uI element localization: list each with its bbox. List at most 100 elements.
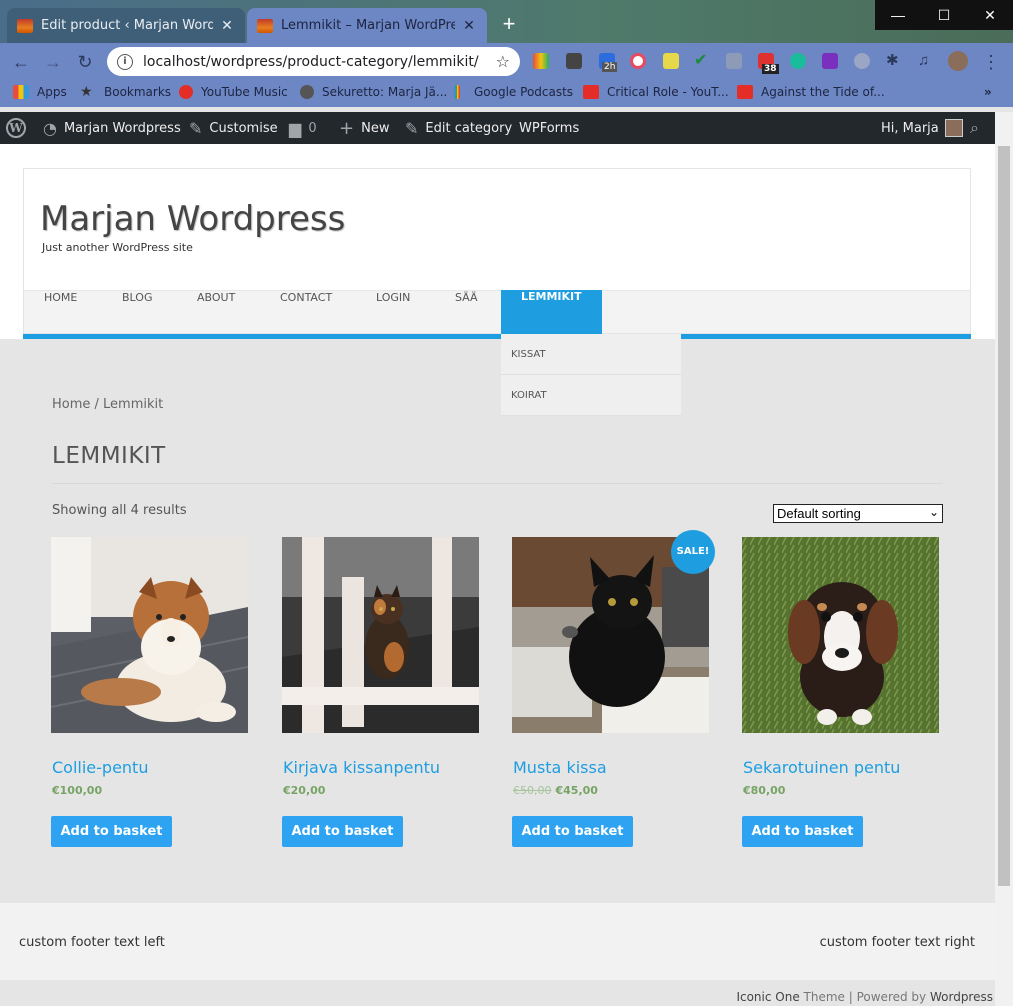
search-icon[interactable]: ⌕ [970,112,979,144]
menu-item-login[interactable]: LOGIN [376,291,410,334]
submenu-item-koirat[interactable]: KOIRAT [501,375,681,416]
main-navigation: HOME BLOG ABOUT CONTACT LOGIN SÄÄ LEMMIK… [23,290,971,334]
admin-wpforms[interactable]: WPForms [519,112,579,144]
bookmark-google-podcasts[interactable]: Google Podcasts [454,85,573,99]
menu-item-lemmikit[interactable]: LEMMIKIT [501,290,602,334]
menu-item-home[interactable]: HOME [44,291,77,334]
maximize-button[interactable]: ☐ [921,0,967,30]
breadcrumb[interactable]: Home / Lemmikit [52,397,163,412]
extension-icon[interactable] [533,53,549,69]
product-price: €80,00 [743,784,785,797]
bookmark-label: Against the Tide of... [761,85,885,99]
forward-icon[interactable]: → [42,51,64,73]
product-image-kirjava-kissanpentu[interactable] [282,537,479,733]
product-name[interactable]: Collie-pentu [52,758,148,777]
bookmark-critical-role[interactable]: Critical Role - YouT... [583,85,729,99]
wp-admin-bar: W ◔ Marjan Wordpress ✎ Customise ▆ 0 + N… [0,112,995,144]
check-extension-icon[interactable]: ✔ [694,53,710,69]
price-current: €20,00 [283,784,326,797]
theme-link[interactable]: Iconic One [736,990,799,1004]
product-name[interactable]: Musta kissa [513,758,607,777]
menu-item-about[interactable]: ABOUT [197,291,235,334]
media-control-icon[interactable]: ♫ [918,53,934,69]
extension-icon[interactable] [630,53,646,69]
admin-edit-category[interactable]: ✎ Edit category [405,112,512,144]
new-tab-button[interactable]: + [498,13,520,35]
add-to-basket-button[interactable]: Add to basket [282,816,403,847]
scrollbar-thumb[interactable] [998,146,1010,886]
globe-icon [300,85,314,99]
site-favicon-icon [17,18,33,33]
youtube-icon [583,85,599,99]
extension-icon[interactable] [663,53,679,69]
admin-account[interactable]: Hi, Marja [881,112,963,144]
wordpress-logo-icon[interactable]: W [6,112,26,144]
menu-item-saa[interactable]: SÄÄ [455,291,478,334]
bookmark-bookmarks[interactable]: ★ Bookmarks [80,85,171,99]
wordpress-link[interactable]: Wordpress [930,990,993,1004]
onenote-extension-icon[interactable] [822,53,838,69]
youtube-icon [737,85,753,99]
product-price: €50,00 €45,00 [513,784,598,797]
add-to-basket-button[interactable]: Add to basket [51,816,172,847]
sorting-select[interactable]: Default sorting ⌄ [773,504,943,523]
admin-customise[interactable]: ✎ Customise [189,112,278,144]
add-to-basket-button[interactable]: Add to basket [742,816,863,847]
back-icon[interactable]: ← [10,51,32,73]
bookmark-youtube-music[interactable]: YouTube Music [179,85,288,99]
address-bar[interactable]: i localhost/wordpress/product-category/l… [107,47,520,76]
admin-customise-label: Customise [209,120,278,136]
avatar [944,119,963,137]
youtube-music-icon [179,85,193,99]
extension-icon[interactable] [854,53,870,69]
bookmark-against-the-tide[interactable]: Against the Tide of... [737,85,885,99]
close-tab-icon[interactable]: ✕ [219,18,235,34]
profile-avatar[interactable] [948,51,968,71]
bookmark-label: Apps [37,85,67,99]
product-name[interactable]: Kirjava kissanpentu [283,758,440,777]
browser-menu-icon[interactable]: ⋮ [980,51,1002,73]
bookmark-label: Critical Role - YouT... [607,85,729,99]
site-info-icon[interactable]: i [117,53,133,70]
minimize-button[interactable]: — [875,0,921,30]
bookmark-star-icon[interactable]: ☆ [496,52,510,71]
product-price: €20,00 [283,784,325,797]
comment-icon: ▆ [289,118,302,138]
bookmark-label: Bookmarks [104,85,172,99]
product-image-sekarotuinen-pentu[interactable] [742,537,939,733]
browser-tab-strip: Edit product ‹ Marjan Wordpress ✕ Lemmik… [0,0,1013,43]
bookmark-sekuretto[interactable]: Sekuretto: Marja Jä... [300,85,447,99]
extension-icon[interactable] [566,53,582,69]
extension-icon[interactable] [726,53,742,69]
admin-new[interactable]: + New [339,112,389,144]
dashboard-icon: ◔ [43,118,57,138]
product-image-collie[interactable] [51,537,248,733]
result-count: Showing all 4 results [52,503,187,518]
bookmark-apps[interactable]: Apps [13,85,67,99]
submenu-item-kissat[interactable]: KISSAT [501,334,681,375]
tab-edit-product[interactable]: Edit product ‹ Marjan Wordpress ✕ [7,8,245,43]
add-to-basket-button[interactable]: Add to basket [512,816,633,847]
credits-text: Theme | Powered by [799,990,930,1004]
more-bookmarks-button[interactable]: » [984,85,992,99]
todo-badge: 38 [762,64,779,74]
product-name[interactable]: Sekarotuinen pentu [743,758,900,777]
product-card: Collie-pentu €100,00 Add to basket [51,537,248,847]
menu-item-blog[interactable]: BLOG [122,291,152,334]
footer-text-right: custom footer text right [819,935,975,950]
extension-icon[interactable] [790,53,806,69]
pencil-icon: ✎ [405,118,419,138]
puzzle-extensions-icon[interactable]: ✱ [886,53,902,69]
close-tab-icon[interactable]: ✕ [461,18,477,34]
admin-site-name-label: Marjan Wordpress [63,120,181,136]
admin-comments[interactable]: ▆ 0 [289,112,317,144]
close-window-button[interactable]: ✕ [967,0,1013,30]
bookmark-label: Sekuretto: Marja Jä... [322,85,448,99]
menu-item-contact[interactable]: CONTACT [280,291,332,334]
sale-badge: SALE! [671,530,715,574]
url-text[interactable]: localhost/wordpress/product-category/lem… [143,54,496,70]
reload-icon[interactable]: ↻ [74,51,96,73]
admin-site-name[interactable]: ◔ Marjan Wordpress [43,112,181,144]
site-title[interactable]: Marjan Wordpress [40,199,345,239]
tab-lemmikit[interactable]: Lemmikit – Marjan WordPress ✕ [247,8,487,43]
